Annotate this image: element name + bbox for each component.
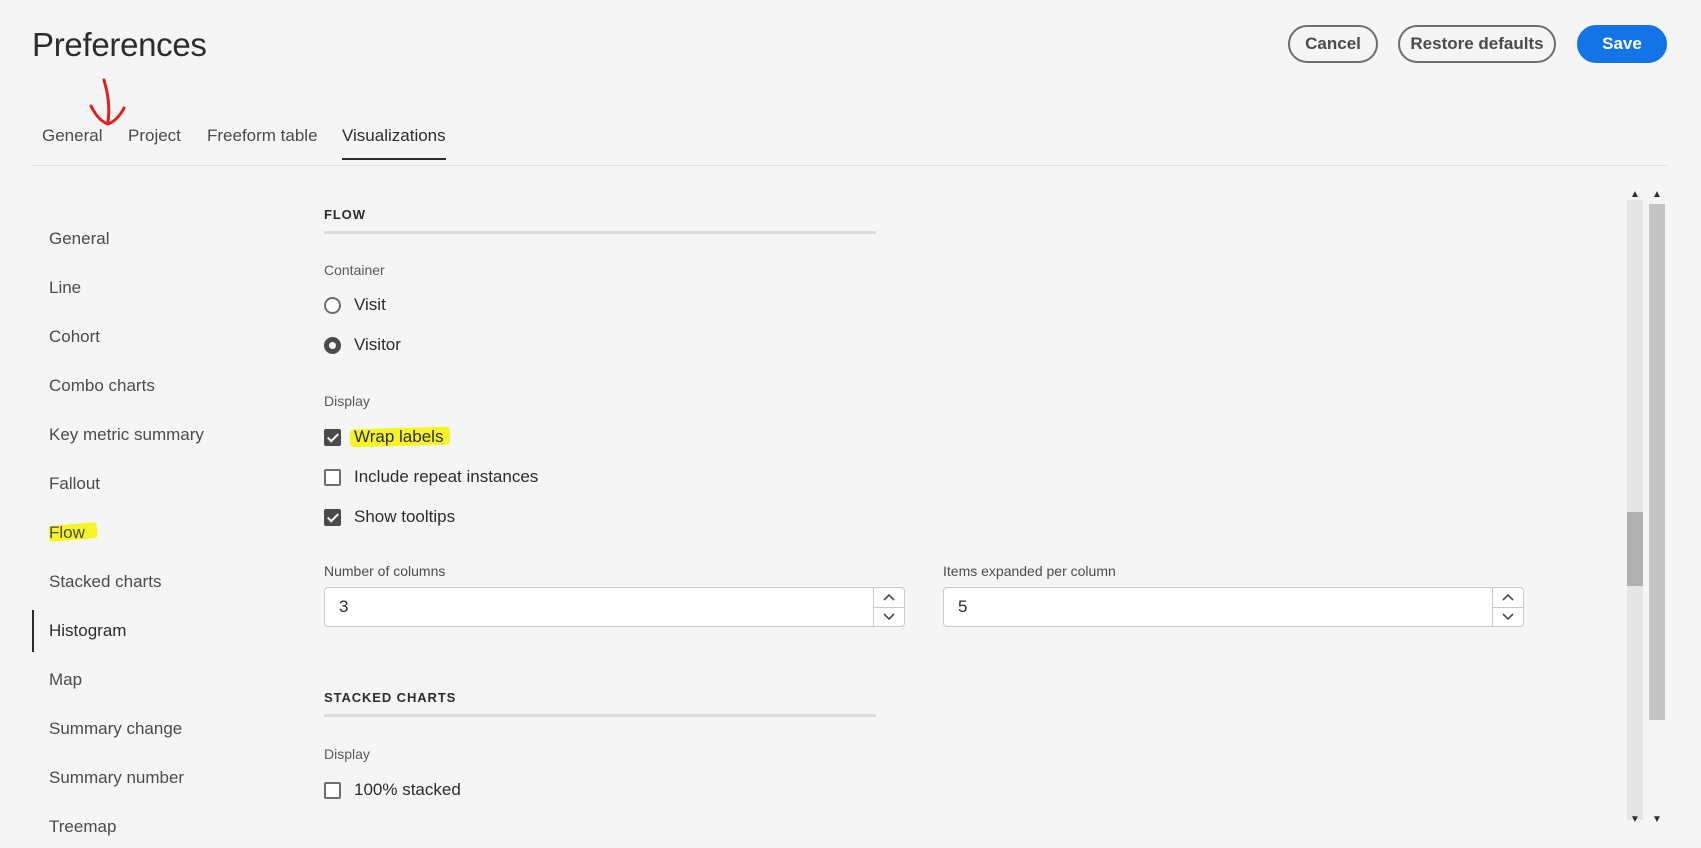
page-title: Preferences xyxy=(32,26,207,63)
stacked-display-label: Display xyxy=(324,746,370,762)
items-stepper[interactable]: 5 xyxy=(943,587,1524,627)
sidebar-item-line[interactable]: Line xyxy=(32,267,252,309)
cancel-button[interactable]: Cancel xyxy=(1288,25,1378,63)
container-label: Container xyxy=(324,262,385,278)
include-repeat-instances-option[interactable]: Include repeat instances xyxy=(324,467,538,487)
restore-defaults-button[interactable]: Restore defaults xyxy=(1398,25,1556,63)
columns-stepper-controls xyxy=(873,588,904,626)
radio-label: Visitor xyxy=(354,335,401,354)
save-button[interactable]: Save xyxy=(1577,25,1667,63)
tab-visualizations[interactable]: Visualizations xyxy=(342,126,446,160)
chevron-up-icon[interactable] xyxy=(874,588,904,607)
checkbox-unchecked[interactable] xyxy=(324,468,341,486)
chevron-down-icon[interactable] xyxy=(874,606,904,627)
columns-stepper[interactable]: 3 xyxy=(324,587,905,627)
checkbox-checked[interactable] xyxy=(324,508,341,526)
page-scrollbar-thumb[interactable] xyxy=(1649,204,1665,720)
checkbox-checked[interactable] xyxy=(324,428,341,446)
radio-selected[interactable] xyxy=(324,336,341,354)
checkbox-unchecked[interactable] xyxy=(324,781,341,799)
flow-section-divider xyxy=(324,231,876,234)
content-scrollbar-track[interactable] xyxy=(1627,200,1643,820)
stacked-100-option[interactable]: 100% stacked xyxy=(324,780,461,800)
content-scrollbar-thumb[interactable] xyxy=(1627,512,1643,586)
display-label: Display xyxy=(324,393,370,409)
sidebar-item-treemap[interactable]: Treemap xyxy=(32,806,252,848)
sidebar-item-summary-number[interactable]: Summary number xyxy=(32,757,252,799)
items-value[interactable]: 5 xyxy=(944,597,1492,617)
annotation-arrow-icon xyxy=(89,78,126,126)
checkbox-label: Show tooltips xyxy=(354,507,456,526)
flow-section-heading: FLOW xyxy=(324,207,366,222)
tab-project[interactable]: Project xyxy=(128,126,181,158)
columns-value[interactable]: 3 xyxy=(325,597,873,617)
scroll-down-icon[interactable]: ▼ xyxy=(1630,815,1640,825)
columns-field-label: Number of columns xyxy=(324,563,446,579)
container-visitor-option[interactable]: Visitor xyxy=(324,335,401,355)
scroll-up-icon[interactable]: ▲ xyxy=(1630,190,1640,200)
sidebar-item-cohort[interactable]: Cohort xyxy=(32,316,252,358)
chevron-up-icon[interactable] xyxy=(1493,588,1523,607)
stacked-section-divider xyxy=(324,714,876,717)
sidebar-item-map[interactable]: Map xyxy=(32,659,252,701)
preferences-tabs: General Project Freeform table Visualiza… xyxy=(32,118,1667,166)
tab-freeform-table[interactable]: Freeform table xyxy=(207,126,318,158)
items-field-label: Items expanded per column xyxy=(943,563,1116,579)
chevron-down-icon[interactable] xyxy=(1493,606,1523,627)
wrap-labels-option[interactable]: Wrap labels xyxy=(324,427,443,447)
scroll-up-icon[interactable]: ▲ xyxy=(1652,190,1662,200)
tab-general[interactable]: General xyxy=(42,126,102,158)
sidebar-item-stacked-charts[interactable]: Stacked charts xyxy=(32,561,252,603)
radio-label: Visit xyxy=(354,295,386,314)
checkbox-label: Wrap labels xyxy=(354,427,444,446)
items-stepper-controls xyxy=(1492,588,1523,626)
container-visit-option[interactable]: Visit xyxy=(324,295,386,315)
sidebar-item-combo-charts[interactable]: Combo charts xyxy=(32,365,252,407)
sidebar-item-fallout[interactable]: Fallout xyxy=(32,463,252,505)
radio-unselected[interactable] xyxy=(324,296,341,314)
sidebar-item-histogram[interactable]: Histogram xyxy=(32,610,252,652)
show-tooltips-option[interactable]: Show tooltips xyxy=(324,507,455,527)
stacked-section-heading: STACKED CHARTS xyxy=(324,690,457,705)
sidebar-item-general[interactable]: General xyxy=(32,218,252,260)
sidebar-item-flow[interactable]: Flow xyxy=(32,512,252,554)
checkbox-label: Include repeat instances xyxy=(354,467,539,486)
sidebar-item-summary-change[interactable]: Summary change xyxy=(32,708,252,750)
checkbox-label: 100% stacked xyxy=(354,780,461,799)
sidebar-item-key-metric-summary[interactable]: Key metric summary xyxy=(32,414,252,456)
scroll-down-icon[interactable]: ▼ xyxy=(1652,815,1662,825)
